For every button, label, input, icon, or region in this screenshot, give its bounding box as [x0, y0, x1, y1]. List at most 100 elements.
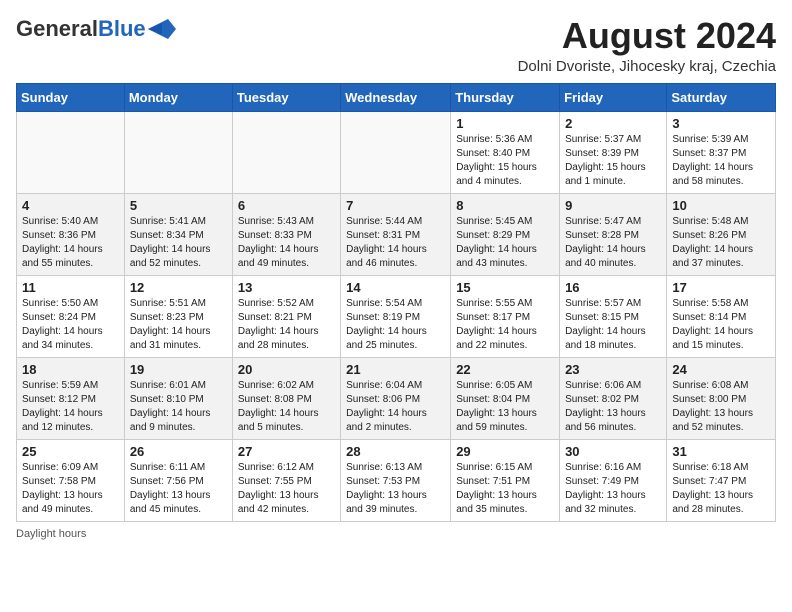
day-info: Sunrise: 6:04 AM Sunset: 8:06 PM Dayligh… — [346, 379, 445, 435]
logo-arrow-icon — [148, 19, 176, 39]
day-info: Sunrise: 5:47 AM Sunset: 8:28 PM Dayligh… — [565, 215, 661, 271]
logo: GeneralBlue — [16, 16, 176, 42]
day-number: 3 — [672, 116, 770, 131]
calendar-week-row: 11 Sunrise: 5:50 AM Sunset: 8:24 PM Dayli… — [17, 275, 776, 357]
weekday-header-monday: Monday — [124, 83, 232, 111]
day-info: Sunrise: 5:54 AM Sunset: 8:19 PM Dayligh… — [346, 297, 445, 353]
day-number: 26 — [130, 444, 227, 459]
day-number: 2 — [565, 116, 661, 131]
title-block: August 2024 Dolni Dvoriste, Jihocesky kr… — [518, 16, 776, 75]
day-info: Sunrise: 6:01 AM Sunset: 8:10 PM Dayligh… — [130, 379, 227, 435]
calendar-cell: 9Sunrise: 5:47 AM Sunset: 8:28 PM Daylig… — [560, 193, 667, 275]
day-info: Sunrise: 6:08 AM Sunset: 8:00 PM Dayligh… — [672, 379, 770, 435]
calendar-cell — [124, 111, 232, 193]
calendar-week-row: 18 Sunrise: 5:59 AM Sunset: 8:12 PM Dayli… — [17, 357, 776, 439]
day-number: 27 — [238, 444, 335, 459]
day-info: Sunrise: 6:02 AM Sunset: 8:08 PM Dayligh… — [238, 379, 335, 435]
day-info: Sunrise: 6:15 AM Sunset: 7:51 PM Dayligh… — [456, 461, 554, 517]
calendar-cell: 5 Sunrise: 5:41 AM Sunset: 8:34 PM Daylig… — [124, 193, 232, 275]
day-number: 16 — [565, 280, 661, 295]
calendar-cell: 6 Sunrise: 5:43 AM Sunset: 8:33 PM Daylig… — [232, 193, 340, 275]
day-number: 31 — [672, 444, 770, 459]
calendar-cell: 31 Sunrise: 6:18 AM Sunset: 7:47 PM Dayli… — [667, 439, 776, 521]
calendar-cell: 23 Sunrise: 6:06 AM Sunset: 8:02 PM Dayli… — [560, 357, 667, 439]
calendar-cell: 16Sunrise: 5:57 AM Sunset: 8:15 PM Dayli… — [560, 275, 667, 357]
day-info: Sunrise: 5:45 AM Sunset: 8:29 PM Dayligh… — [456, 215, 554, 271]
day-info: Sunrise: 5:41 AM Sunset: 8:34 PM Dayligh… — [130, 215, 227, 271]
day-number: 20 — [238, 362, 335, 377]
calendar-cell: 21 Sunrise: 6:04 AM Sunset: 8:06 PM Dayli… — [341, 357, 451, 439]
calendar-cell: 24 Sunrise: 6:08 AM Sunset: 8:00 PM Dayli… — [667, 357, 776, 439]
calendar-cell: 29Sunrise: 6:15 AM Sunset: 7:51 PM Dayli… — [451, 439, 560, 521]
day-number: 22 — [456, 362, 554, 377]
day-info: Sunrise: 6:16 AM Sunset: 7:49 PM Dayligh… — [565, 461, 661, 517]
calendar-cell: 17 Sunrise: 5:58 AM Sunset: 8:14 PM Dayli… — [667, 275, 776, 357]
day-number: 14 — [346, 280, 445, 295]
calendar-week-row: 4Sunrise: 5:40 AM Sunset: 8:36 PM Daylig… — [17, 193, 776, 275]
day-number: 19 — [130, 362, 227, 377]
calendar-cell: 15Sunrise: 5:55 AM Sunset: 8:17 PM Dayli… — [451, 275, 560, 357]
calendar-cell — [341, 111, 451, 193]
day-number: 23 — [565, 362, 661, 377]
weekday-header-wednesday: Wednesday — [341, 83, 451, 111]
day-number: 1 — [456, 116, 554, 131]
weekday-header-tuesday: Tuesday — [232, 83, 340, 111]
calendar-cell: 14 Sunrise: 5:54 AM Sunset: 8:19 PM Dayli… — [341, 275, 451, 357]
day-number: 15 — [456, 280, 554, 295]
calendar-cell: 27 Sunrise: 6:12 AM Sunset: 7:55 PM Dayli… — [232, 439, 340, 521]
calendar-cell: 30 Sunrise: 6:16 AM Sunset: 7:49 PM Dayli… — [560, 439, 667, 521]
day-info: Sunrise: 5:48 AM Sunset: 8:26 PM Dayligh… — [672, 215, 770, 271]
daylight-label: Daylight hours — [16, 528, 86, 540]
calendar-cell: 1Sunrise: 5:36 AM Sunset: 8:40 PM Daylig… — [451, 111, 560, 193]
calendar-cell: 22 Sunrise: 6:05 AM Sunset: 8:04 PM Dayli… — [451, 357, 560, 439]
day-info: Sunrise: 6:13 AM Sunset: 7:53 PM Dayligh… — [346, 461, 445, 517]
calendar-week-row: 1Sunrise: 5:36 AM Sunset: 8:40 PM Daylig… — [17, 111, 776, 193]
calendar-cell: 4Sunrise: 5:40 AM Sunset: 8:36 PM Daylig… — [17, 193, 125, 275]
day-number: 5 — [130, 198, 227, 213]
day-info: Sunrise: 6:06 AM Sunset: 8:02 PM Dayligh… — [565, 379, 661, 435]
day-info: Sunrise: 5:44 AM Sunset: 8:31 PM Dayligh… — [346, 215, 445, 271]
day-number: 21 — [346, 362, 445, 377]
calendar-cell: 26Sunrise: 6:11 AM Sunset: 7:56 PM Dayli… — [124, 439, 232, 521]
weekday-header-saturday: Saturday — [667, 83, 776, 111]
day-number: 30 — [565, 444, 661, 459]
day-number: 10 — [672, 198, 770, 213]
day-number: 28 — [346, 444, 445, 459]
day-number: 8 — [456, 198, 554, 213]
calendar-cell: 10 Sunrise: 5:48 AM Sunset: 8:26 PM Dayli… — [667, 193, 776, 275]
day-number: 12 — [130, 280, 227, 295]
day-number: 7 — [346, 198, 445, 213]
day-info: Sunrise: 5:43 AM Sunset: 8:33 PM Dayligh… — [238, 215, 335, 271]
calendar-cell — [17, 111, 125, 193]
calendar-cell: 18 Sunrise: 5:59 AM Sunset: 8:12 PM Dayli… — [17, 357, 125, 439]
calendar-cell: 3 Sunrise: 5:39 AM Sunset: 8:37 PM Daylig… — [667, 111, 776, 193]
day-number: 6 — [238, 198, 335, 213]
calendar-table: SundayMondayTuesdayWednesdayThursdayFrid… — [16, 83, 776, 522]
day-info: Sunrise: 5:59 AM Sunset: 8:12 PM Dayligh… — [22, 379, 119, 435]
day-info: Sunrise: 6:05 AM Sunset: 8:04 PM Dayligh… — [456, 379, 554, 435]
location-subtitle: Dolni Dvoriste, Jihocesky kraj, Czechia — [518, 58, 776, 75]
calendar-week-row: 25Sunrise: 6:09 AM Sunset: 7:58 PM Dayli… — [17, 439, 776, 521]
day-info: Sunrise: 6:18 AM Sunset: 7:47 PM Dayligh… — [672, 461, 770, 517]
day-number: 11 — [22, 280, 119, 295]
day-info: Sunrise: 6:09 AM Sunset: 7:58 PM Dayligh… — [22, 461, 119, 517]
weekday-header-row: SundayMondayTuesdayWednesdayThursdayFrid… — [17, 83, 776, 111]
day-info: Sunrise: 5:37 AM Sunset: 8:39 PM Dayligh… — [565, 133, 661, 189]
day-number: 18 — [22, 362, 119, 377]
logo-text: GeneralBlue — [16, 16, 146, 42]
day-info: Sunrise: 5:50 AM Sunset: 8:24 PM Dayligh… — [22, 297, 119, 353]
weekday-header-thursday: Thursday — [451, 83, 560, 111]
day-number: 4 — [22, 198, 119, 213]
day-info: Sunrise: 6:12 AM Sunset: 7:55 PM Dayligh… — [238, 461, 335, 517]
calendar-cell: 11 Sunrise: 5:50 AM Sunset: 8:24 PM Dayli… — [17, 275, 125, 357]
calendar-cell: 28 Sunrise: 6:13 AM Sunset: 7:53 PM Dayli… — [341, 439, 451, 521]
weekday-header-sunday: Sunday — [17, 83, 125, 111]
day-info: Sunrise: 5:39 AM Sunset: 8:37 PM Dayligh… — [672, 133, 770, 189]
calendar-cell — [232, 111, 340, 193]
calendar-cell: 12Sunrise: 5:51 AM Sunset: 8:23 PM Dayli… — [124, 275, 232, 357]
day-number: 13 — [238, 280, 335, 295]
month-title: August 2024 — [518, 16, 776, 56]
day-number: 24 — [672, 362, 770, 377]
day-number: 17 — [672, 280, 770, 295]
day-info: Sunrise: 5:58 AM Sunset: 8:14 PM Dayligh… — [672, 297, 770, 353]
